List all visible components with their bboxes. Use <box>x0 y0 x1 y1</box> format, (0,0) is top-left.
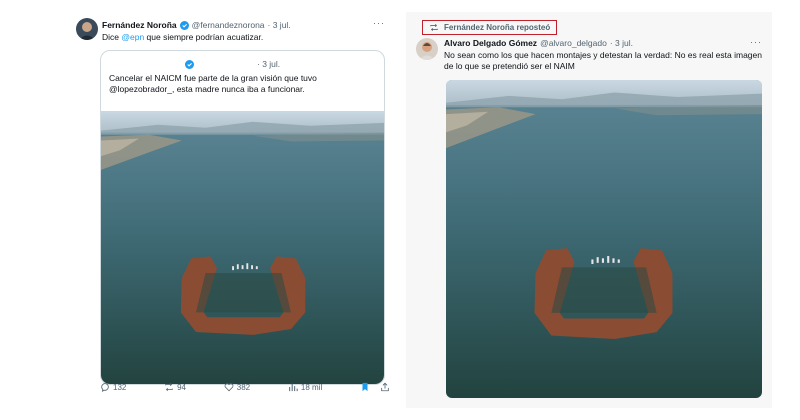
like-count: 382 <box>236 382 251 392</box>
author-avatar[interactable] <box>76 18 98 40</box>
repost-count: 94 <box>177 382 187 392</box>
repost-icon <box>430 23 438 32</box>
quote-header: · 3 jul. <box>185 59 280 69</box>
like-icon <box>224 383 234 392</box>
views-button[interactable]: 18 mil <box>288 382 322 392</box>
tweet-text: No sean como los que hacen montajes y de… <box>444 50 762 71</box>
tweet-text: Dice @epn que siempre podrían acuatizar. <box>102 32 382 43</box>
left-tweet[interactable]: Fernández Noroña @fernandeznorona · 3 ju… <box>70 12 392 408</box>
reply-icon <box>101 383 109 392</box>
repost-indicator[interactable]: Fernández Noroña reposteó <box>422 20 558 35</box>
tweet-text-before: Dice <box>102 32 122 42</box>
action-bar: 132 94 382 18 mil <box>100 382 390 392</box>
repost-label: Fernández Noroña reposteó <box>444 23 551 32</box>
verified-badge-icon <box>179 20 189 30</box>
repost-icon <box>165 382 173 392</box>
repost-button[interactable]: 94 <box>164 382 186 392</box>
views-icon <box>289 383 298 392</box>
verified-badge-icon <box>185 59 194 69</box>
tweet-header: Fernández Noroña @fernandeznorona · 3 ju… <box>102 20 291 30</box>
author-handle[interactable]: @fernandeznorona <box>192 20 265 30</box>
more-icon[interactable]: ··· <box>750 37 762 47</box>
quote-time[interactable]: · 3 jul. <box>257 59 280 69</box>
reply-button[interactable]: 132 <box>100 382 126 392</box>
lake-photo[interactable] <box>101 111 385 385</box>
more-icon[interactable]: ··· <box>373 18 385 28</box>
tweet-time[interactable]: · 3 jul. <box>610 38 633 48</box>
tweet-text-after: que siempre podrían acuatizar. <box>144 32 264 42</box>
tweet-header: Alvaro Delgado Gómez @alvaro_delgado · 3… <box>444 38 633 48</box>
author-avatar[interactable] <box>416 38 438 60</box>
bookmark-share-group <box>360 382 390 392</box>
mention-link[interactable]: @epn <box>121 32 144 42</box>
like-button[interactable]: 382 <box>224 382 250 392</box>
right-tweet[interactable]: Fernández Noroña reposteó Alvaro Delgado… <box>406 12 772 408</box>
reply-count: 132 <box>113 382 127 392</box>
quoted-tweet[interactable]: · 3 jul. Cancelar el NAICM fue parte de … <box>100 50 385 385</box>
bookmark-icon[interactable] <box>360 382 370 392</box>
share-icon[interactable] <box>380 382 390 392</box>
quote-text: Cancelar el NAICM fue parte de la gran v… <box>109 73 317 94</box>
author-name[interactable]: Alvaro Delgado Gómez <box>444 38 537 48</box>
author-name[interactable]: Fernández Noroña <box>102 20 177 30</box>
tweet-time[interactable]: · 3 jul. <box>268 20 291 30</box>
lake-photo[interactable] <box>446 80 762 398</box>
author-handle[interactable]: @alvaro_delgado <box>540 38 607 48</box>
views-count: 18 mil <box>300 382 323 392</box>
